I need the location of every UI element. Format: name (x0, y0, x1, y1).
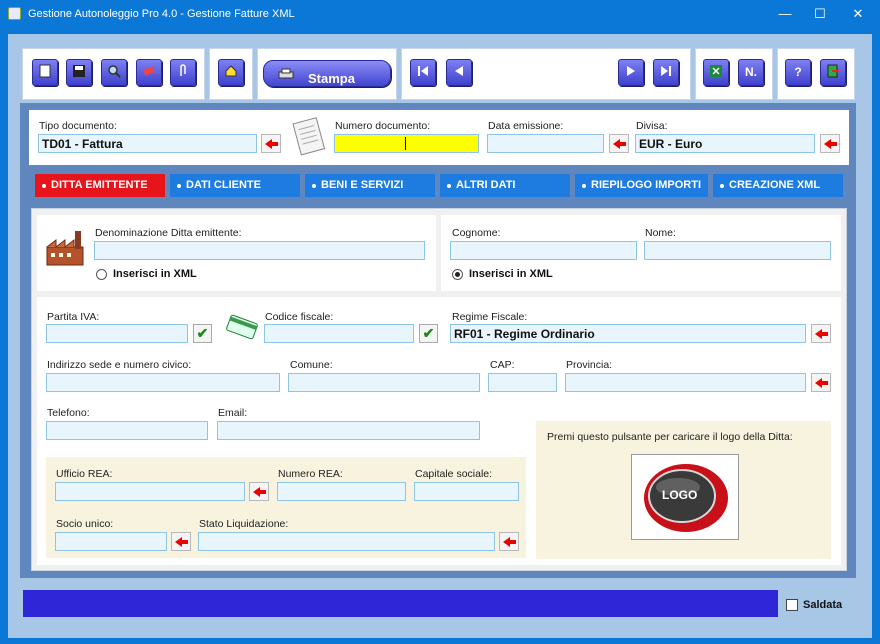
comune-field[interactable] (288, 373, 480, 392)
stato-liquidazione-arrow-icon[interactable] (499, 532, 519, 551)
cap-label: CAP: (490, 359, 515, 371)
ufficio-rea-label: Ufficio REA: (56, 468, 113, 480)
stato-liquidazione-field[interactable] (198, 532, 495, 551)
tipo-documento-arrow-icon[interactable] (261, 134, 281, 153)
regime-fiscale-field[interactable]: RF01 - Regime Ordinario (450, 324, 806, 343)
capitale-sociale-field[interactable] (414, 482, 519, 501)
nome-field[interactable] (644, 241, 831, 260)
print-button[interactable]: Stampa (263, 60, 391, 87)
tab-ditta-emittente[interactable]: DITTA EMITTENTE (35, 174, 165, 197)
cognome-field[interactable] (450, 241, 637, 260)
attachment-icon[interactable] (170, 59, 196, 86)
inserisci-xml-radio-2[interactable] (452, 269, 463, 280)
save-icon[interactable] (66, 59, 92, 86)
inserisci-xml-label-2: Inserisci in XML (469, 268, 553, 280)
regime-fiscale-arrow-icon[interactable] (811, 324, 831, 343)
first-record-icon[interactable] (410, 59, 436, 86)
codice-fiscale-label: Codice fiscale: (265, 311, 334, 323)
previous-record-icon[interactable] (446, 59, 472, 86)
stato-liquidazione-label: Stato Liquidazione: (199, 518, 289, 530)
inserisci-xml-radio[interactable] (96, 269, 107, 280)
excel-export-icon[interactable] (703, 59, 729, 86)
cap-field[interactable] (488, 373, 557, 392)
ufficio-rea-arrow-icon[interactable] (249, 482, 269, 501)
denominazione-section: Denominazione Ditta emittente: Inserisci… (37, 215, 436, 291)
tab-dati-cliente[interactable]: DATI CLIENTE (170, 174, 300, 197)
saldata-checkbox[interactable] (786, 599, 798, 611)
logo-prompt: Premi questo pulsante per caricare il lo… (547, 431, 793, 443)
email-field[interactable] (217, 421, 480, 440)
data-emissione-label: Data emissione: (488, 120, 564, 132)
indirizzo-label: Indirizzo sede e numero civico: (47, 359, 192, 371)
tab-altri-dati[interactable]: ALTRI DATI (440, 174, 570, 197)
numero-documento-label: Numero documento: (335, 120, 431, 132)
exit-icon[interactable] (820, 59, 846, 86)
next-record-icon[interactable] (618, 59, 644, 86)
divisa-label: Divisa: (636, 120, 668, 132)
logo-text: LOGO (662, 488, 698, 502)
numbering-button[interactable]: N. (738, 59, 764, 86)
eraser-icon[interactable] (136, 59, 162, 86)
title-bar: Gestione Autonoleggio Pro 4.0 - Gestione… (0, 0, 880, 28)
home-icon[interactable] (218, 59, 244, 86)
provincia-label: Provincia: (566, 359, 613, 371)
data-emissione-field[interactable] (487, 134, 604, 153)
print-label: Stampa (308, 71, 355, 86)
indirizzo-field[interactable] (46, 373, 280, 392)
partita-iva-label: Partita IVA: (47, 311, 100, 323)
partita-iva-field[interactable] (46, 324, 188, 343)
tab-creazione-xml[interactable]: CREAZIONE XML (713, 174, 843, 197)
divisa-arrow-icon[interactable] (820, 134, 840, 153)
factory-icon (46, 231, 84, 266)
denominazione-label: Denominazione Ditta emittente: (95, 227, 242, 239)
nome-label: Nome: (645, 227, 676, 239)
codice-fiscale-field[interactable] (264, 324, 414, 343)
document-header: Tipo documento: TD01 - Fattura Numero do… (29, 110, 849, 165)
persona-section: Cognome: Nome: Inserisci in XML (441, 215, 841, 291)
ufficio-rea-field[interactable] (55, 482, 245, 501)
numero-rea-field[interactable] (277, 482, 406, 501)
socio-unico-arrow-icon[interactable] (171, 532, 191, 551)
numero-rea-label: Numero REA: (278, 468, 343, 480)
telefono-field[interactable] (46, 421, 208, 440)
help-button[interactable]: ? (785, 59, 811, 86)
denominazione-field[interactable] (94, 241, 425, 260)
fiscal-card-icon (226, 314, 258, 340)
cognome-label: Cognome: (452, 227, 501, 239)
provincia-arrow-icon[interactable] (811, 373, 831, 392)
tipo-documento-field[interactable]: TD01 - Fattura (38, 134, 257, 153)
toolbar-group-navigation (401, 48, 691, 100)
status-bar (23, 590, 778, 617)
window-title: Gestione Autonoleggio Pro 4.0 - Gestione… (28, 8, 295, 20)
text-cursor (405, 137, 406, 150)
divisa-field[interactable]: EUR - Euro (635, 134, 815, 153)
capitale-sociale-label: Capitale sociale: (415, 468, 493, 480)
search-icon[interactable] (101, 59, 127, 86)
socio-unico-label: Socio unico: (56, 518, 114, 530)
tab-beni-servizi[interactable]: BENI E SERVIZI (305, 174, 435, 197)
upload-logo-button[interactable]: LOGO (631, 454, 739, 540)
data-emissione-arrow-icon[interactable] (609, 134, 629, 153)
last-record-icon[interactable] (653, 59, 679, 86)
partita-iva-check-icon[interactable]: ✔ (193, 324, 212, 343)
maximize-button[interactable]: ☐ (803, 0, 837, 28)
inserisci-xml-label: Inserisci in XML (113, 268, 197, 280)
codice-fiscale-check-icon[interactable]: ✔ (419, 324, 438, 343)
new-document-icon[interactable] (32, 59, 58, 86)
app-icon (8, 7, 21, 20)
socio-unico-field[interactable] (55, 532, 167, 551)
minimize-button[interactable]: — (768, 0, 802, 28)
comune-label: Comune: (290, 359, 333, 371)
email-label: Email: (218, 407, 248, 419)
numero-documento-field[interactable] (334, 134, 479, 153)
tipo-documento-label: Tipo documento: (39, 120, 117, 132)
regime-fiscale-label: Regime Fiscale: (452, 311, 528, 323)
telefono-label: Telefono: (47, 407, 90, 419)
provincia-field[interactable] (565, 373, 806, 392)
invoice-document-icon (292, 117, 326, 156)
close-button[interactable]: ✕ (841, 0, 875, 28)
saldata-label: Saldata (803, 599, 843, 611)
tab-riepilogo-importi[interactable]: RIEPILOGO IMPORTI (575, 174, 708, 197)
